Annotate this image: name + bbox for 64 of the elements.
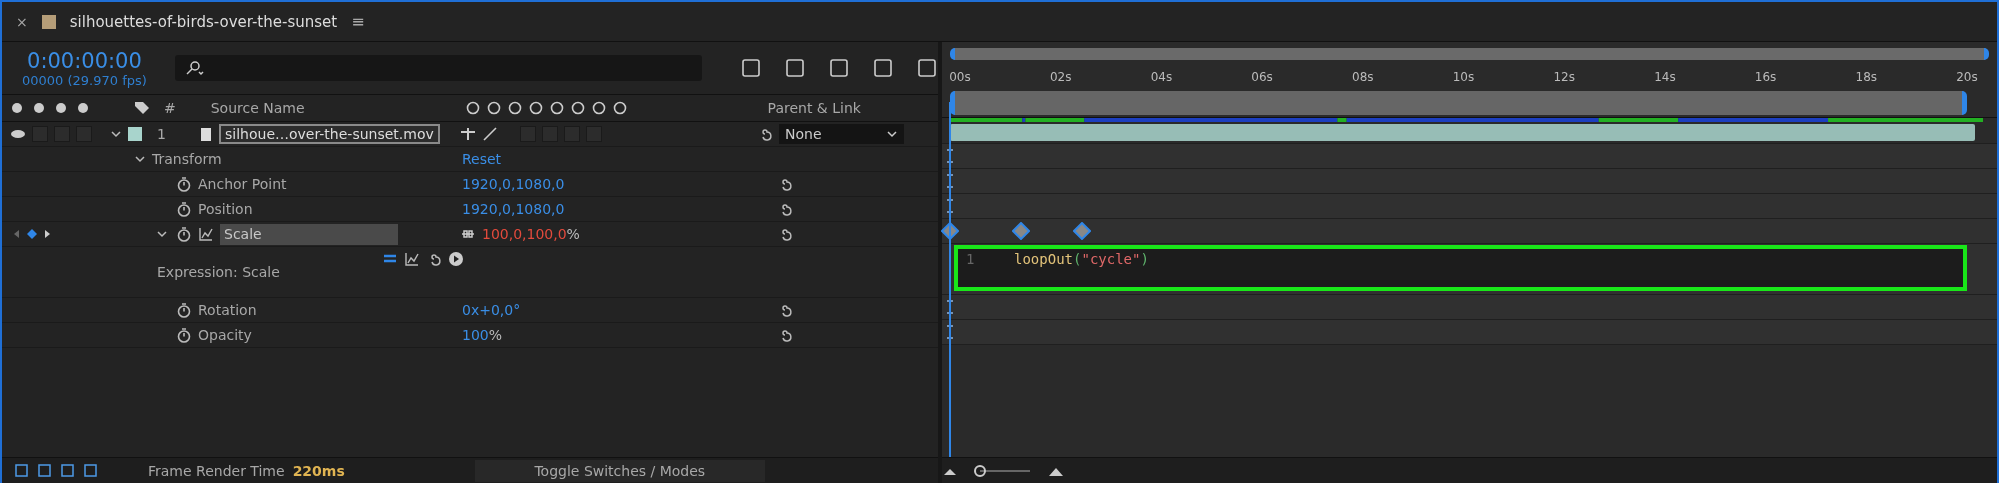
toggle-switches-button[interactable]: Toggle Switches / Modes	[474, 459, 765, 482]
property-value[interactable]: 1920,0,1080,0	[462, 201, 565, 217]
previous-keyframe-icon[interactable]	[12, 228, 20, 240]
column-header: Parent & Link	[767, 100, 861, 116]
keyframe-icon[interactable]	[1012, 222, 1030, 240]
ruler-label: 08s	[1352, 70, 1374, 84]
caret-icon	[886, 129, 898, 139]
column-header: Source Name	[210, 100, 305, 116]
ruler-label: 10s	[1452, 70, 1475, 84]
stopwatch-icon[interactable]	[176, 302, 192, 318]
stopwatch-icon[interactable]	[176, 201, 192, 217]
property-name[interactable]: Scale	[220, 223, 398, 245]
property-name: Rotation	[198, 302, 257, 318]
ruler-label: 00s	[949, 70, 971, 84]
parent-dropdown[interactable]: None	[779, 124, 904, 144]
graph-icon[interactable]	[198, 226, 214, 242]
close-button[interactable]: ×	[16, 13, 28, 30]
code-token: )	[1140, 251, 1149, 267]
status-label: Frame Render Time	[148, 462, 285, 479]
ruler-label: 14s	[1654, 70, 1676, 84]
line-number: 1	[965, 251, 976, 267]
layer-name[interactable]: silhoue…over-the-sunset.mov	[219, 124, 440, 144]
property-value[interactable]: 100,0,100,0%	[482, 226, 580, 242]
property-value[interactable]: 1920,0,1080,0	[462, 176, 565, 192]
layer-number: 1	[157, 126, 166, 142]
property-name: Opacity	[198, 327, 252, 343]
graph-icon[interactable]	[404, 251, 420, 267]
code-token: "cycle"	[1081, 251, 1141, 267]
render-time: 220ms	[292, 462, 345, 479]
label-swatch[interactable]	[128, 127, 142, 141]
reset-link[interactable]: Reset	[462, 151, 502, 167]
code-token: loopOut	[1014, 251, 1073, 267]
ruler-label: 16s	[1754, 70, 1777, 84]
ruler-label: 18s	[1855, 70, 1878, 84]
time-ruler[interactable]: 00s 02s 04s 06s 08s 10s 12s 14s 16s 18s 20s	[942, 68, 1997, 88]
stopwatch-icon[interactable]	[176, 327, 192, 343]
stopwatch-icon[interactable]	[176, 226, 192, 242]
footage-icon	[199, 126, 213, 142]
stopwatch-icon[interactable]	[176, 176, 192, 192]
property-name: Position	[198, 201, 253, 217]
ruler-label: 06s	[1251, 70, 1273, 84]
ruler-label: 20s	[1956, 70, 1978, 84]
keyframe-icon[interactable]	[1073, 222, 1091, 240]
composition-tab[interactable]: silhouettes-of-birds-over-the-sunset	[69, 12, 338, 31]
expression-label: Expression: Scale	[157, 264, 280, 280]
menu-icon[interactable]: ≡	[351, 12, 365, 31]
expression-editor[interactable]: 1 loopOut("cycle")	[954, 245, 1967, 291]
ruler-label: 04s	[1150, 70, 1173, 84]
search-icon	[184, 60, 205, 76]
timecode[interactable]: 0:00:00:00	[27, 48, 142, 73]
property-value[interactable]: 100%	[462, 327, 503, 343]
ruler-label: 12s	[1553, 70, 1575, 84]
column-header: #	[164, 100, 176, 116]
keyframe-diamond-icon[interactable]	[26, 228, 38, 240]
search-field[interactable]	[174, 55, 702, 81]
next-keyframe-icon[interactable]	[44, 228, 52, 240]
label-icon[interactable]	[134, 101, 150, 115]
property-name: Anchor Point	[198, 176, 287, 192]
ruler-label: 02s	[1049, 70, 1072, 84]
group-label: Transform	[152, 151, 222, 167]
frame-info: 00000 (29.970 fps)	[22, 72, 147, 88]
code-token: (	[1073, 251, 1082, 267]
play-icon[interactable]	[448, 251, 464, 267]
property-value[interactable]: 0x+0,0°	[462, 302, 521, 318]
